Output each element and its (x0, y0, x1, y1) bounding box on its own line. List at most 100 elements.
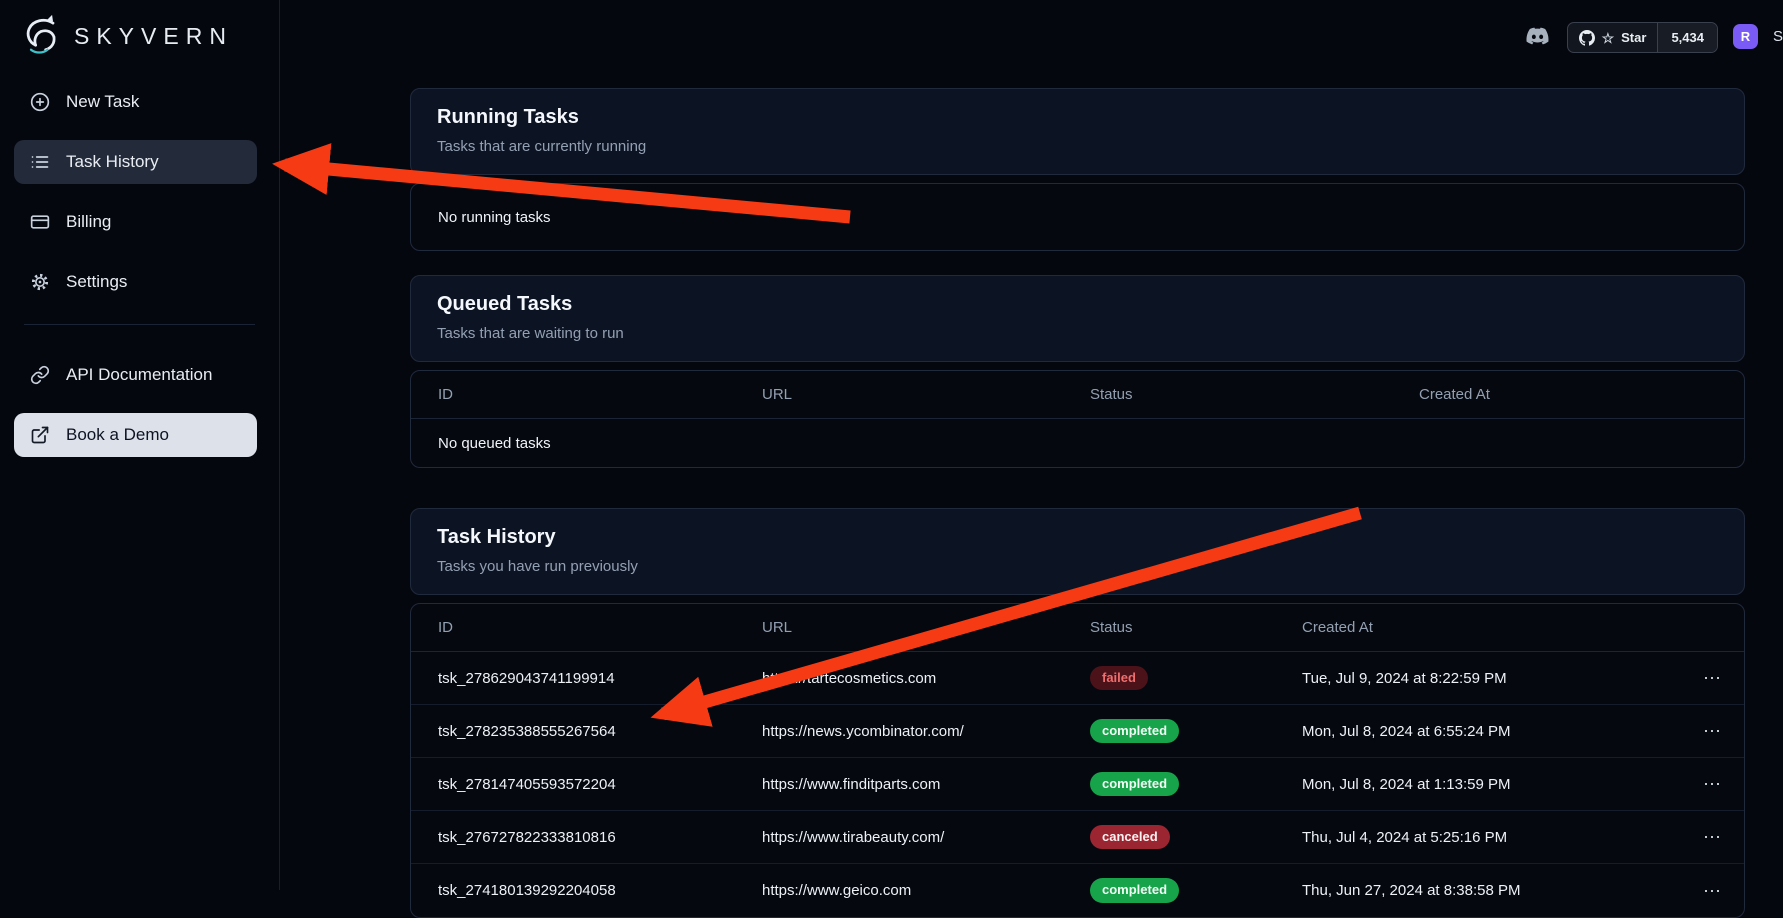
row-id: tsk_278629043741199914 (411, 670, 735, 687)
column-header-created-at: Created At (1392, 386, 1680, 403)
row-status-cell: failed (1063, 666, 1275, 691)
row-actions-button[interactable]: ⋯ (1693, 880, 1731, 902)
row-id: tsk_278147405593572204 (411, 776, 735, 793)
row-status-cell: completed (1063, 878, 1275, 903)
row-created-at: Thu, Jun 27, 2024 at 8:38:58 PM (1275, 882, 1680, 899)
row-actions-button[interactable]: ⋯ (1693, 720, 1731, 742)
column-header-url: URL (735, 619, 1063, 636)
running-tasks-section: Running Tasks Tasks that are currently r… (410, 88, 1745, 251)
table-row[interactable]: tsk_278235388555267564https://news.ycomb… (411, 705, 1744, 758)
row-id: tsk_276727822333810816 (411, 829, 735, 846)
status-badge: completed (1090, 878, 1179, 903)
row-id: tsk_274180139292204058 (411, 882, 735, 899)
status-badge: completed (1090, 772, 1179, 797)
row-actions-cell: ⋯ (1680, 880, 1744, 902)
row-actions-cell: ⋯ (1680, 826, 1744, 848)
row-url: https://www.geico.com (735, 882, 1063, 899)
table-row[interactable]: tsk_274180139292204058https://www.geico.… (411, 864, 1744, 917)
row-created-at: Mon, Jul 8, 2024 at 6:55:24 PM (1275, 723, 1680, 740)
user-name-partial: S (1773, 28, 1783, 45)
sidebar-divider (24, 324, 255, 325)
task-history-header: Task History Tasks you have run previous… (410, 508, 1745, 595)
content: Running Tasks Tasks that are currently r… (280, 64, 1783, 918)
column-header-created-at: Created At (1275, 619, 1680, 636)
section-subtitle: Tasks that are waiting to run (437, 325, 1718, 342)
row-url: https://www.finditparts.com (735, 776, 1063, 793)
gear-icon (30, 272, 50, 292)
table-header-row: ID URL Status Created At (411, 371, 1744, 419)
status-badge: failed (1090, 666, 1148, 691)
sidebar-item-book-a-demo[interactable]: Book a Demo (14, 413, 257, 457)
skyvern-logo-icon (20, 14, 64, 58)
github-star-segment[interactable]: ☆ Star (1568, 23, 1658, 52)
row-url: https://news.ycombinator.com/ (735, 723, 1063, 740)
row-created-at: Tue, Jul 9, 2024 at 8:22:59 PM (1275, 670, 1680, 687)
column-header-id: ID (411, 386, 735, 403)
column-header-status: Status (1063, 619, 1275, 636)
discord-icon[interactable] (1523, 25, 1552, 47)
sidebar-item-api-documentation[interactable]: API Documentation (14, 353, 257, 397)
table-row[interactable]: tsk_276727822333810816https://www.tirabe… (411, 811, 1744, 864)
row-url: https://tartecosmetics.com (735, 670, 1063, 687)
row-id: tsk_278235388555267564 (411, 723, 735, 740)
sidebar-item-label: New Task (66, 92, 139, 112)
section-title: Task History (437, 526, 1718, 549)
column-header-id: ID (411, 619, 735, 636)
sidebar-item-new-task[interactable]: New Task (14, 80, 257, 124)
queued-tasks-table: ID URL Status Created At No queued tasks (410, 370, 1745, 468)
brand[interactable]: SKYVERN (0, 10, 279, 72)
row-actions-button[interactable]: ⋯ (1693, 667, 1731, 689)
sidebar-item-billing[interactable]: Billing (14, 200, 257, 244)
queued-tasks-empty: No queued tasks (411, 419, 1744, 467)
brand-name: SKYVERN (74, 23, 233, 50)
status-badge: completed (1090, 719, 1179, 744)
star-icon: ☆ (1602, 31, 1615, 45)
column-header-status: Status (1063, 386, 1392, 403)
app-root: SKYVERN New Task Task History Billing (0, 0, 1783, 890)
row-actions-cell: ⋯ (1680, 720, 1744, 742)
github-star-button[interactable]: ☆ Star 5,434 (1567, 22, 1718, 53)
sidebar-item-label: API Documentation (66, 365, 212, 385)
github-star-count[interactable]: 5,434 (1657, 23, 1717, 52)
row-actions-cell: ⋯ (1680, 667, 1744, 689)
sidebar-nav-primary: New Task Task History Billing Settings (0, 72, 279, 304)
row-actions-button[interactable]: ⋯ (1693, 773, 1731, 795)
queued-tasks-section: Queued Tasks Tasks that are waiting to r… (410, 275, 1745, 468)
sidebar-item-label: Book a Demo (66, 425, 169, 445)
list-icon (30, 152, 50, 172)
row-status-cell: completed (1063, 719, 1275, 744)
row-url: https://www.tirabeauty.com/ (735, 829, 1063, 846)
running-tasks-header: Running Tasks Tasks that are currently r… (410, 88, 1745, 175)
sidebar-item-label: Settings (66, 272, 127, 292)
sidebar-item-task-history[interactable]: Task History (14, 140, 257, 184)
section-subtitle: Tasks you have run previously (437, 558, 1718, 575)
row-status-cell: canceled (1063, 825, 1275, 850)
sidebar: SKYVERN New Task Task History Billing (0, 0, 280, 890)
external-link-icon (30, 425, 50, 445)
running-tasks-panel: No running tasks (410, 183, 1745, 251)
row-created-at: Thu, Jul 4, 2024 at 5:25:16 PM (1275, 829, 1680, 846)
section-title: Running Tasks (437, 106, 1718, 129)
table-header-row: ID URL Status Created At (411, 604, 1744, 652)
github-icon (1579, 30, 1595, 46)
row-actions-cell: ⋯ (1680, 773, 1744, 795)
row-created-at: Mon, Jul 8, 2024 at 1:13:59 PM (1275, 776, 1680, 793)
task-history-table: ID URL Status Created At tsk_27862904374… (410, 603, 1745, 918)
avatar[interactable]: R (1733, 24, 1758, 49)
topbar: ☆ Star 5,434 R S (280, 0, 1783, 64)
credit-card-icon (30, 212, 50, 232)
link-icon (30, 365, 50, 385)
table-row[interactable]: tsk_278629043741199914https://tartecosme… (411, 652, 1744, 705)
plus-circle-icon (30, 92, 50, 112)
task-history-rows: tsk_278629043741199914https://tartecosme… (411, 652, 1744, 917)
table-row[interactable]: tsk_278147405593572204https://www.findit… (411, 758, 1744, 811)
section-subtitle: Tasks that are currently running (437, 138, 1718, 155)
queued-tasks-header: Queued Tasks Tasks that are waiting to r… (410, 275, 1745, 362)
row-status-cell: completed (1063, 772, 1275, 797)
running-tasks-empty: No running tasks (411, 184, 1744, 250)
sidebar-nav-secondary: API Documentation Book a Demo (0, 345, 279, 457)
row-actions-button[interactable]: ⋯ (1693, 826, 1731, 848)
column-header-url: URL (735, 386, 1063, 403)
sidebar-item-settings[interactable]: Settings (14, 260, 257, 304)
main-area: ☆ Star 5,434 R S Running Tasks Tasks tha… (280, 0, 1783, 890)
